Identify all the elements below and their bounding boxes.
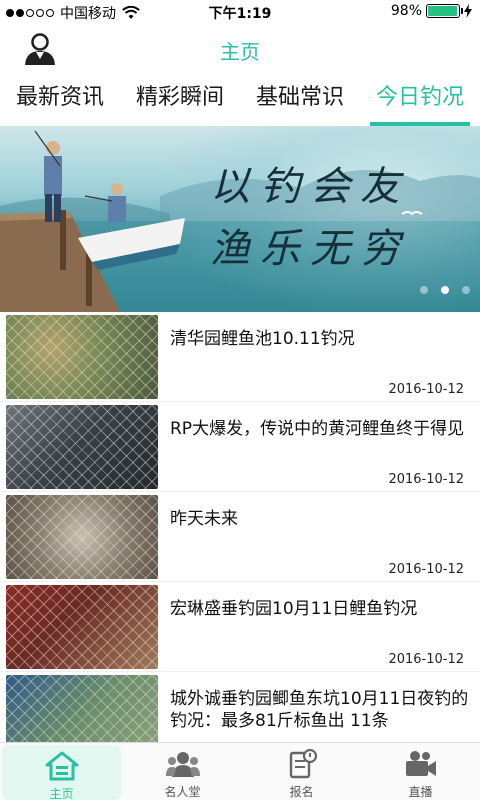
status-bar: 中国移动 下午1:19 98% bbox=[0, 0, 480, 24]
list-item[interactable]: RP大爆发，传说中的黄河鲤鱼终于得见 2016-10-12 bbox=[0, 402, 480, 492]
article-thumbnail bbox=[6, 495, 158, 579]
article-thumbnail bbox=[6, 675, 158, 742]
people-icon bbox=[165, 752, 200, 777]
tabbar-label: 直播 bbox=[408, 785, 433, 799]
article-thumbnail bbox=[6, 405, 158, 489]
article-title: RP大爆发，传说中的黄河鲤鱼终于得见 bbox=[170, 419, 465, 439]
carousel-dot[interactable] bbox=[462, 286, 470, 294]
tabbar-label: 报名 bbox=[289, 785, 314, 799]
banner-caption: 以钓会友 渔乐无穷 bbox=[210, 156, 430, 280]
nav-bar: 主页 bbox=[0, 24, 480, 76]
list-item[interactable]: 城外诚垂钓园鲫鱼东坑10月11日夜钓的钓况：最多81斤标鱼出 11条 bbox=[0, 672, 480, 742]
list-item[interactable]: 宏琳盛垂钓园10月11日鲤鱼钓况 2016-10-12 bbox=[0, 582, 480, 672]
banner-caption-line: 以钓会友 bbox=[210, 164, 410, 210]
article-title: 宏琳盛垂钓园10月11日鲤鱼钓况 bbox=[170, 599, 418, 619]
video-camera-icon bbox=[405, 751, 436, 776]
article-date: 2016-10-12 bbox=[388, 472, 464, 487]
tab-label: 最新资讯 bbox=[15, 85, 104, 110]
banner-carousel[interactable]: 以钓会友 渔乐无穷 bbox=[0, 126, 480, 312]
article-thumbnail bbox=[6, 585, 158, 669]
list-item[interactable]: 清华园鲤鱼池10.11钓况 2016-10-12 bbox=[0, 312, 480, 402]
signup-icon bbox=[289, 749, 317, 779]
charging-icon bbox=[464, 4, 472, 18]
category-tabs: 最新资讯 精彩瞬间 基础常识 今日钓况 bbox=[0, 76, 480, 126]
tabbar-label: 主页 bbox=[49, 787, 74, 800]
article-thumbnail bbox=[6, 315, 158, 399]
tabbar-label: 名人堂 bbox=[164, 785, 201, 799]
carousel-dot[interactable] bbox=[441, 286, 449, 294]
article-list: 清华园鲤鱼池10.11钓况 2016-10-12 RP大爆发，传说中的黄河鲤鱼终… bbox=[0, 312, 480, 742]
tab-today-fishing[interactable]: 今日钓况 bbox=[360, 76, 480, 126]
tabbar-home[interactable]: 主页 bbox=[2, 745, 121, 800]
carousel-dot[interactable] bbox=[420, 286, 428, 294]
tab-label: 基础常识 bbox=[255, 85, 344, 110]
tab-label: 今日钓况 bbox=[375, 85, 464, 110]
tab-latest-news[interactable]: 最新资讯 bbox=[0, 76, 120, 126]
carousel-indicator bbox=[420, 286, 470, 294]
list-item[interactable]: 昨天未来 2016-10-12 bbox=[0, 492, 480, 582]
status-right: 98% bbox=[391, 3, 472, 19]
tabbar-live[interactable]: 直播 bbox=[361, 743, 480, 800]
battery-fill bbox=[428, 6, 458, 16]
tabbar-signup[interactable]: 报名 bbox=[242, 743, 361, 800]
tab-highlights[interactable]: 精彩瞬间 bbox=[120, 76, 240, 126]
tab-label: 精彩瞬间 bbox=[135, 85, 224, 110]
tabbar-hall-of-fame[interactable]: 名人堂 bbox=[123, 743, 242, 800]
article-date: 2016-10-12 bbox=[388, 382, 464, 397]
page-title: 主页 bbox=[220, 40, 260, 64]
article-title: 城外诚垂钓园鲫鱼东坑10月11日夜钓的钓况：最多81斤标鱼出 11条 bbox=[170, 689, 469, 731]
article-title: 昨天未来 bbox=[170, 509, 238, 529]
banner-caption-line: 渔乐无穷 bbox=[210, 226, 410, 272]
home-icon bbox=[45, 751, 78, 781]
article-title: 清华园鲤鱼池10.11钓况 bbox=[170, 329, 355, 349]
tab-basics[interactable]: 基础常识 bbox=[240, 76, 360, 126]
article-date: 2016-10-12 bbox=[388, 652, 464, 667]
bottom-tab-bar: 主页 名人堂 报名 直播 bbox=[0, 742, 480, 800]
battery-icon bbox=[426, 4, 463, 18]
article-date: 2016-10-12 bbox=[388, 562, 464, 577]
battery-percent: 98% bbox=[390, 3, 422, 19]
